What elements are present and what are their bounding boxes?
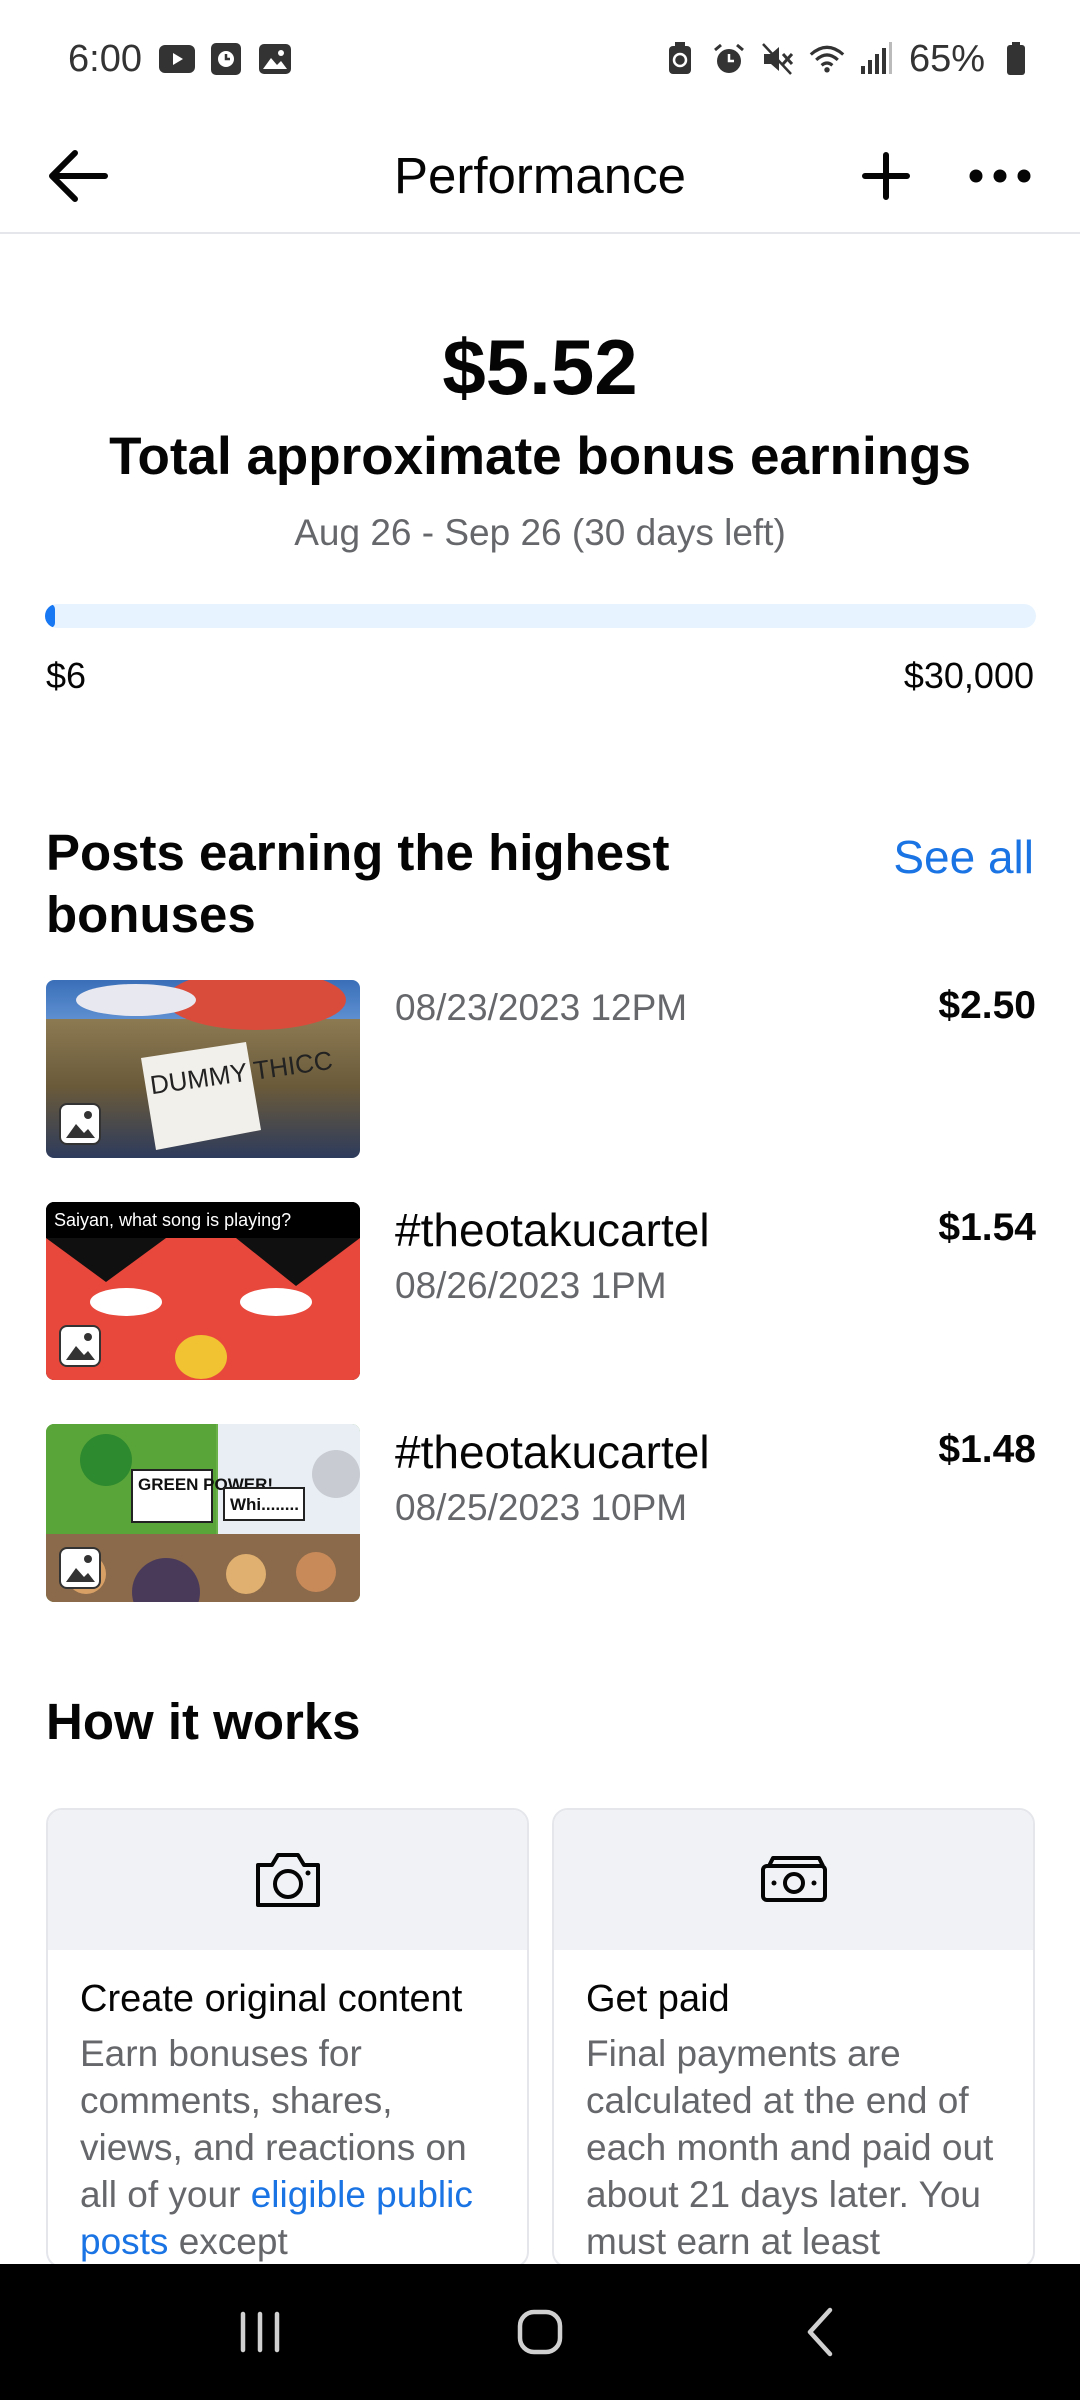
plus-icon bbox=[862, 152, 910, 200]
post-info: #theotakucartel 08/25/2023 10PM bbox=[395, 1424, 710, 1536]
post-date: 08/23/2023 12PM bbox=[395, 987, 688, 1028]
post-row[interactable]: Saiyan, what song is playing? #theotakuc… bbox=[46, 1202, 1036, 1380]
earnings-period: Aug 26 - Sep 26 (30 days left) bbox=[294, 512, 786, 553]
app-header: Performance bbox=[0, 118, 1080, 234]
post-amount: $1.54 bbox=[938, 1206, 1036, 1249]
wifi-icon bbox=[809, 42, 845, 76]
gallery-icon bbox=[257, 42, 293, 76]
status-time: 6:00 bbox=[68, 37, 142, 80]
nav-back-icon bbox=[807, 2307, 833, 2357]
more-icon bbox=[969, 169, 1031, 183]
earnings-progress-bar bbox=[45, 604, 1036, 628]
post-title: #theotakucartel bbox=[395, 1204, 710, 1256]
earnings-progress-fill bbox=[45, 604, 55, 628]
post-amount: $2.50 bbox=[938, 984, 1036, 1027]
progress-max-label: $30,000 bbox=[903, 655, 1034, 696]
post-date: 08/26/2023 1PM bbox=[395, 1265, 667, 1306]
more-button[interactable] bbox=[962, 140, 1038, 212]
card-body: Final payments are calculated at the end… bbox=[586, 2033, 994, 2262]
battery-icon bbox=[998, 42, 1034, 76]
thumb-caption: Saiyan, what song is playing? bbox=[54, 1210, 291, 1230]
card-body-text-end: except bbox=[168, 2221, 288, 2262]
image-post-icon bbox=[59, 1547, 101, 1589]
thumb-caption-2: Whi........ bbox=[230, 1495, 299, 1514]
post-thumbnail[interactable]: DUMMY THICC bbox=[46, 980, 360, 1158]
card-icon-area bbox=[554, 1810, 1033, 1950]
mute-icon bbox=[760, 42, 796, 76]
alarm-icon bbox=[711, 42, 747, 76]
system-nav-bar bbox=[0, 2264, 1080, 2400]
money-icon bbox=[760, 1856, 827, 1902]
earnings-amount: $5.52 bbox=[442, 323, 638, 411]
status-bar: 6:00 65% bbox=[0, 0, 1080, 118]
signal-icon bbox=[858, 42, 894, 76]
post-thumbnail[interactable]: Saiyan, what song is playing? bbox=[46, 1202, 360, 1380]
post-info: 08/23/2023 12PM bbox=[395, 980, 687, 1036]
image-post-icon bbox=[59, 1325, 101, 1367]
image-post-icon bbox=[59, 1103, 101, 1145]
progress-min-label: $6 bbox=[46, 655, 87, 696]
post-title: #theotakucartel bbox=[395, 1426, 710, 1478]
recent-apps-icon bbox=[240, 2311, 280, 2353]
status-left: 6:00 bbox=[68, 38, 293, 81]
home-button[interactable] bbox=[490, 2292, 590, 2372]
battery-percent: 65% bbox=[908, 37, 985, 80]
clock-app-icon bbox=[208, 42, 244, 76]
card-title: Get paid bbox=[586, 1978, 730, 2020]
post-date: 08/25/2023 10PM bbox=[395, 1487, 688, 1528]
earnings-label: Total approximate bonus earnings bbox=[109, 427, 971, 486]
recent-apps-button[interactable] bbox=[210, 2292, 310, 2372]
get-paid-card: Get paid Final payments are calculated a… bbox=[552, 1808, 1035, 2268]
battery-saver-icon bbox=[662, 42, 698, 76]
nav-back-button[interactable] bbox=[770, 2292, 870, 2372]
post-amount: $1.48 bbox=[938, 1428, 1036, 1471]
camera-icon bbox=[255, 1853, 320, 1907]
post-thumbnail[interactable]: GREEN POWER! Whi........ bbox=[46, 1424, 360, 1602]
posts-section-heading: Posts earning the highest bonuses bbox=[46, 824, 670, 943]
post-info: #theotakucartel 08/26/2023 1PM bbox=[395, 1202, 710, 1314]
post-row[interactable]: DUMMY THICC 08/23/2023 12PM $2.50 bbox=[46, 980, 1036, 1158]
home-icon bbox=[517, 2309, 563, 2355]
status-right: 65% bbox=[662, 38, 1034, 81]
add-button[interactable] bbox=[850, 140, 922, 212]
card-body: Earn bonuses for comments, shares, views… bbox=[48, 2022, 527, 2265]
card-icon-area bbox=[48, 1810, 527, 1950]
how-it-works-heading: How it works bbox=[46, 1693, 361, 1750]
youtube-icon bbox=[158, 42, 195, 76]
see-all-link[interactable]: See all bbox=[893, 830, 1034, 884]
create-content-card: Create original content Earn bonuses for… bbox=[46, 1808, 529, 2268]
card-title: Create original content bbox=[80, 1978, 463, 2020]
post-row[interactable]: GREEN POWER! Whi........ #theotakucartel… bbox=[46, 1424, 1036, 1602]
